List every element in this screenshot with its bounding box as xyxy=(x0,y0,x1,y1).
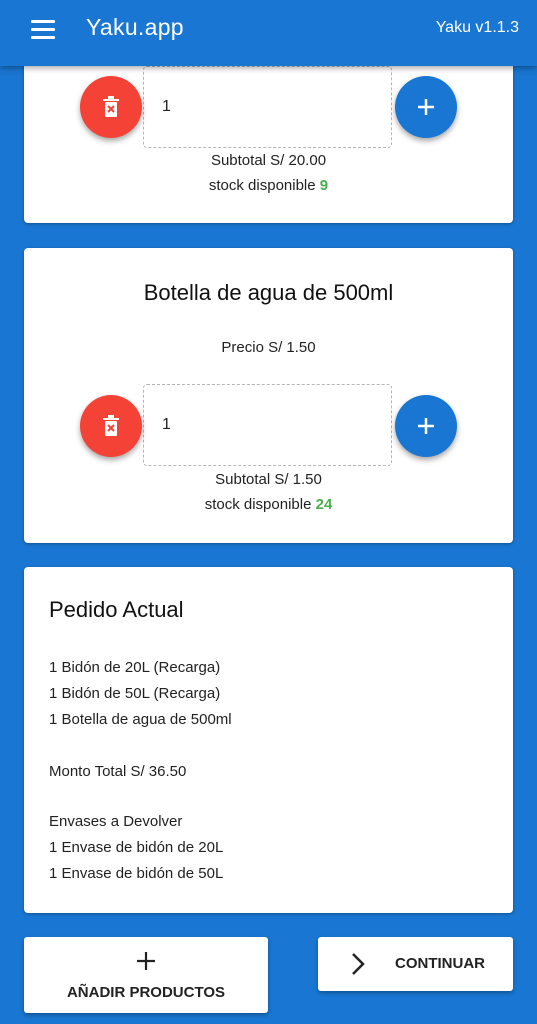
add-products-label: AÑADIR PRODUCTOS xyxy=(66,984,226,1001)
product-title: Botella de agua de 500ml xyxy=(143,280,394,305)
remove-product-button[interactable] xyxy=(80,76,142,138)
app-bar: Yaku.app Yaku v1.1.3 xyxy=(0,0,537,66)
stock-label: stock disponible xyxy=(204,496,312,513)
add-quantity-button[interactable] xyxy=(395,395,457,457)
app-version: Yaku v1.1.3 xyxy=(435,19,519,36)
subtotal-text: Subtotal S/ 1.50 xyxy=(215,471,322,488)
order-summary-card: Pedido Actual 1 Bidón de 20L (Recarga) 1… xyxy=(24,567,513,913)
order-item: 1 Bidón de 20L (Recarga) xyxy=(49,659,221,676)
quantity-input-box[interactable] xyxy=(143,66,392,148)
add-products-button[interactable]: AÑADIR PRODUCTOS xyxy=(24,937,268,1013)
return-item: 1 Envase de bidón de 50L xyxy=(49,865,224,882)
plus-icon xyxy=(418,99,434,115)
stock-text: stock disponible 24 xyxy=(24,496,513,513)
return-item: 1 Envase de bidón de 20L xyxy=(49,839,224,856)
subtotal-text: Subtotal S/ 20.00 xyxy=(210,152,327,169)
returns-title: Envases a Devolver xyxy=(49,813,183,830)
continue-label: CONTINUAR xyxy=(395,955,485,972)
stock-text: stock disponible 9 xyxy=(24,177,513,194)
quantity-input[interactable] xyxy=(160,415,364,435)
menu-icon[interactable] xyxy=(31,20,55,40)
order-total: Monto Total S/ 36.50 xyxy=(49,763,187,780)
order-item: 1 Botella de agua de 500ml xyxy=(49,711,232,728)
product-card-2: Botella de agua de 500ml Precio S/ 1.50 … xyxy=(24,248,513,543)
app-title: Yaku.app xyxy=(86,14,184,40)
product-price: Precio S/ 1.50 xyxy=(221,339,316,356)
add-quantity-button[interactable] xyxy=(395,76,457,138)
continue-button[interactable]: CONTINUAR xyxy=(318,937,513,991)
order-item: 1 Bidón de 50L (Recarga) xyxy=(49,685,221,702)
remove-product-button[interactable] xyxy=(80,395,142,457)
quantity-input[interactable] xyxy=(160,97,364,117)
stock-value: 9 xyxy=(319,177,329,194)
trash-icon xyxy=(103,96,119,117)
stock-label: stock disponible xyxy=(208,177,316,194)
order-title: Pedido Actual xyxy=(49,597,184,622)
quantity-input-box[interactable] xyxy=(143,384,392,466)
chevron-right-icon xyxy=(352,953,365,975)
stock-value: 24 xyxy=(315,496,333,513)
plus-icon xyxy=(418,418,434,434)
trash-icon xyxy=(103,415,119,436)
plus-icon xyxy=(137,952,155,970)
